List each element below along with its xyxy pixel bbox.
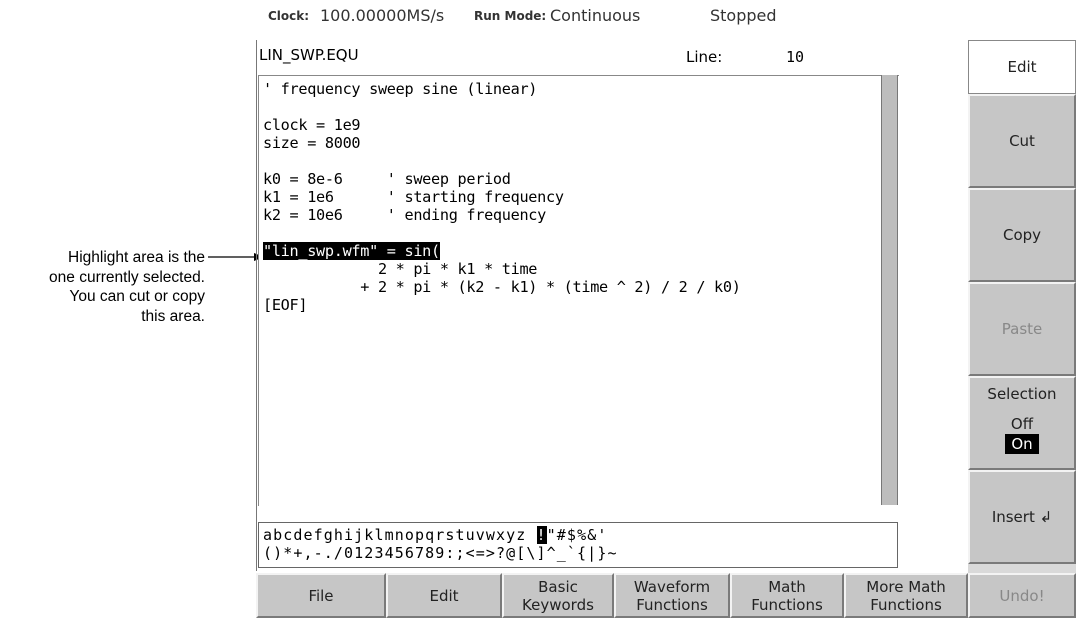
copy-button[interactable]: Copy [968,188,1076,282]
copy-label: Copy [1002,226,1042,244]
line-label: Line: [686,48,723,66]
math-functions-label-1: Math [768,577,806,596]
palette-symbols[interactable]: "#$%&' [547,526,608,544]
callout-line: You can cut or copy [69,288,205,305]
run-mode-label: Run Mode: [474,9,547,23]
clock-value: 100.00000MS/s [320,6,445,25]
waveform-functions-button[interactable]: Waveform Functions [614,573,730,618]
status-bar: Clock: 100.00000MS/s Run Mode: Continuou… [238,4,968,30]
callout-line: this area. [141,307,205,325]
insert-button[interactable]: Insert ↲ [968,470,1076,564]
callout-line: Highlight area is the [68,249,205,266]
code-text: ' frequency sweep sine (linear) clock = 1… [263,80,741,314]
more-math-functions-button[interactable]: More Math Functions [844,573,968,618]
palette-selected-char[interactable]: ! [536,526,547,544]
more-math-functions-label-1: More Math [866,577,946,596]
undo-label: Undo! [999,586,1045,605]
selection-label: Selection [987,385,1057,403]
callout-line: one currently selected. [49,268,205,286]
callout-text: Highlight area is the one currently sele… [0,248,205,326]
cut-button[interactable]: Cut [968,94,1076,188]
file-menu-button[interactable]: File [256,573,386,618]
more-math-functions-label-2: Functions [870,595,942,614]
waveform-functions-label-2: Functions [636,595,708,614]
file-menu-label: File [308,586,334,605]
code-line: + 2 * pi * (k2 - k1) * (time ^ 2) / 2 / … [263,278,741,296]
paste-button[interactable]: Paste [968,282,1076,376]
edit-menu-label: Edit [429,586,459,605]
math-functions-label-2: Functions [751,595,823,614]
file-header: LIN_SWP.EQU Line: 10 [258,44,918,70]
selection-highlight[interactable]: "lin_swp.wfm" = sin( [263,242,440,260]
selection-on-option[interactable]: On [1005,434,1039,454]
code-line: 2 * pi * k1 * time [263,260,538,278]
palette-row-1[interactable]: abcdefghijklmnopqrstuvwxyz !"#$%&' [263,526,893,544]
math-functions-button[interactable]: Math Functions [730,573,844,618]
waveform-functions-label-1: Waveform [633,577,711,596]
basic-keywords-label-2: Keywords [522,595,594,614]
paste-label: Paste [1001,320,1043,338]
code-line: k1 = 1e6 ' starting frequency [263,188,564,206]
edit-menu-button[interactable]: Edit [386,573,502,618]
selection-toggle[interactable]: Selection Off On [968,376,1076,470]
code-line: [EOF] [263,296,308,314]
cut-label: Cut [1009,132,1035,150]
file-name: LIN_SWP.EQU [259,46,359,64]
code-line: ' frequency sweep sine (linear) [263,80,538,98]
selection-off-option[interactable]: Off [1011,414,1033,434]
run-mode-value: Continuous [550,6,641,25]
character-palette[interactable]: abcdefghijklmnopqrstuvwxyz !"#$%&' ()*+,… [258,522,898,568]
basic-keywords-label-1: Basic [538,577,578,596]
palette-row-2[interactable]: ()*+,-./0123456789:;<=>?@[\]^_`{|}~ [263,544,893,562]
run-state: Stopped [710,6,777,25]
code-line: k0 = 8e-6 ' sweep period [263,170,511,188]
insert-label: Insert ↲ [991,508,1053,526]
clock-label: Clock: [268,9,310,23]
palette-letters[interactable]: abcdefghijklmnopqrstuvwxyz [263,526,537,544]
side-menu-title-label: Edit [1007,58,1037,76]
code-line: k2 = 10e6 ' ending frequency [263,206,546,224]
side-menu-title: Edit [968,40,1076,94]
line-number: 10 [786,48,805,66]
code-line-selected[interactable]: "lin_swp.wfm" = sin( [263,242,741,260]
basic-keywords-button[interactable]: Basic Keywords [502,573,614,618]
code-line: clock = 1e9 [263,116,361,134]
code-line: size = 8000 [263,134,361,152]
editor-scrollbar[interactable] [881,75,898,505]
undo-button[interactable]: Undo! [968,573,1076,618]
